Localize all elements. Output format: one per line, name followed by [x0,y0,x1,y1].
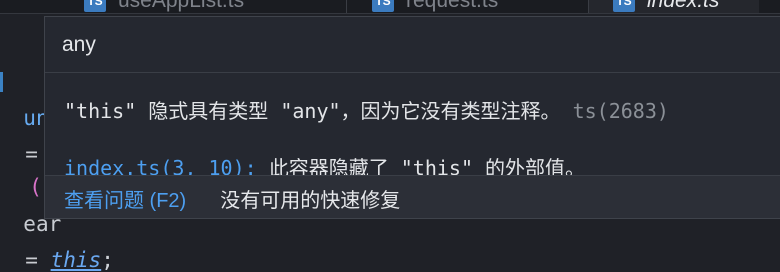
typescript-file-icon: TS [84,0,106,12]
type-signature: any [62,32,96,56]
tab-label: useAppList.ts [118,0,245,12]
typescript-file-icon: TS [613,0,635,12]
tab-index-active[interactable]: TS index.ts [589,0,760,13]
diagnostic-message-line: "this" 隐式具有类型 "any"，因为它没有类型注释。 ts(2683) [64,95,669,124]
editor-tab-bar: TS useAppList.ts TS request.ts TS index.… [0,0,780,14]
typescript-file-icon: TS [372,0,394,12]
code-token-this[interactable]: this [51,248,102,272]
hover-type-info: any [45,17,780,73]
tab-separator [346,0,347,13]
code-token-equals: = [25,248,38,272]
code-token-semicolon: ; [101,248,114,272]
tab-useapplist[interactable]: TS useAppList.ts [84,0,244,13]
diagnostic-code: ts(2683) [572,99,669,123]
tab-label: request.ts [406,0,499,12]
no-quick-fix-label: 没有可用的快速修复 [220,190,401,212]
hover-status-bar: 查看问题 (F2) 没有可用的快速修复 [45,175,780,218]
diagnostic-message: "this" 隐式具有类型 "any"，因为它没有类型注释。 [64,99,561,123]
hover-tooltip: any "this" 隐式具有类型 "any"，因为它没有类型注释。 ts(26… [44,16,780,219]
view-problem-button[interactable]: 查看问题 (F2) [64,184,186,213]
code-line-5: = this; [0,224,114,272]
tab-request[interactable]: TS request.ts [372,0,498,13]
tab-label: index.ts [647,0,720,12]
